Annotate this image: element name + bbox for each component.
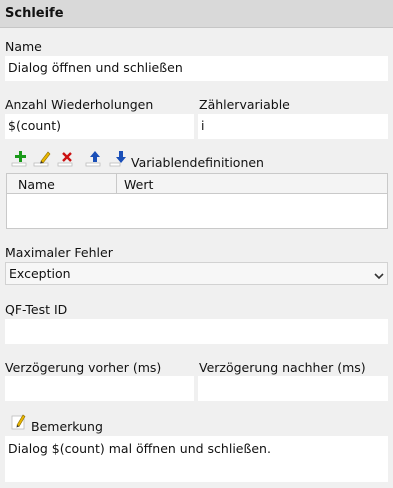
variables-label: Variablendefinitionen	[131, 155, 264, 170]
move-down-icon[interactable]	[109, 150, 128, 167]
qftest-id-label: QF-Test ID	[5, 302, 68, 317]
panel-title: Schleife	[5, 6, 64, 21]
delay-after-field[interactable]	[198, 376, 388, 401]
edit-icon[interactable]	[33, 150, 52, 167]
comment-edit-icon[interactable]	[11, 414, 27, 433]
delay-after-label: Verzögerung nachher (ms)	[199, 360, 366, 375]
delay-before-field[interactable]	[5, 376, 194, 401]
column-header-name[interactable]: Name	[18, 177, 55, 192]
panel-header: Schleife	[0, 0, 393, 28]
add-icon[interactable]	[11, 150, 30, 167]
max-error-value: Exception	[9, 266, 71, 281]
column-divider[interactable]	[116, 174, 117, 194]
delete-icon[interactable]	[57, 150, 76, 167]
max-error-select[interactable]: Exception	[5, 262, 388, 285]
repetitions-label: Anzahl Wiederholungen	[5, 97, 154, 112]
comment-textarea[interactable]: Dialog $(count) mal öffnen und schließen…	[5, 436, 388, 482]
name-label: Name	[5, 39, 42, 54]
move-up-icon[interactable]	[85, 150, 104, 167]
delay-before-label: Verzögerung vorher (ms)	[5, 360, 162, 375]
table-header: Name Wert	[7, 174, 387, 194]
counter-field[interactable]: i	[198, 114, 388, 139]
counter-label: Zählervariable	[199, 97, 290, 112]
variables-table[interactable]: Name Wert	[6, 173, 388, 229]
comment-label: Bemerkung	[31, 419, 103, 434]
max-error-label: Maximaler Fehler	[5, 245, 113, 260]
column-header-value[interactable]: Wert	[124, 177, 153, 192]
qftest-id-field[interactable]	[5, 319, 388, 344]
repetitions-field[interactable]: $(count)	[5, 114, 194, 139]
name-field[interactable]: Dialog öffnen und schließen	[5, 56, 388, 81]
chevron-down-icon[interactable]	[374, 268, 384, 283]
